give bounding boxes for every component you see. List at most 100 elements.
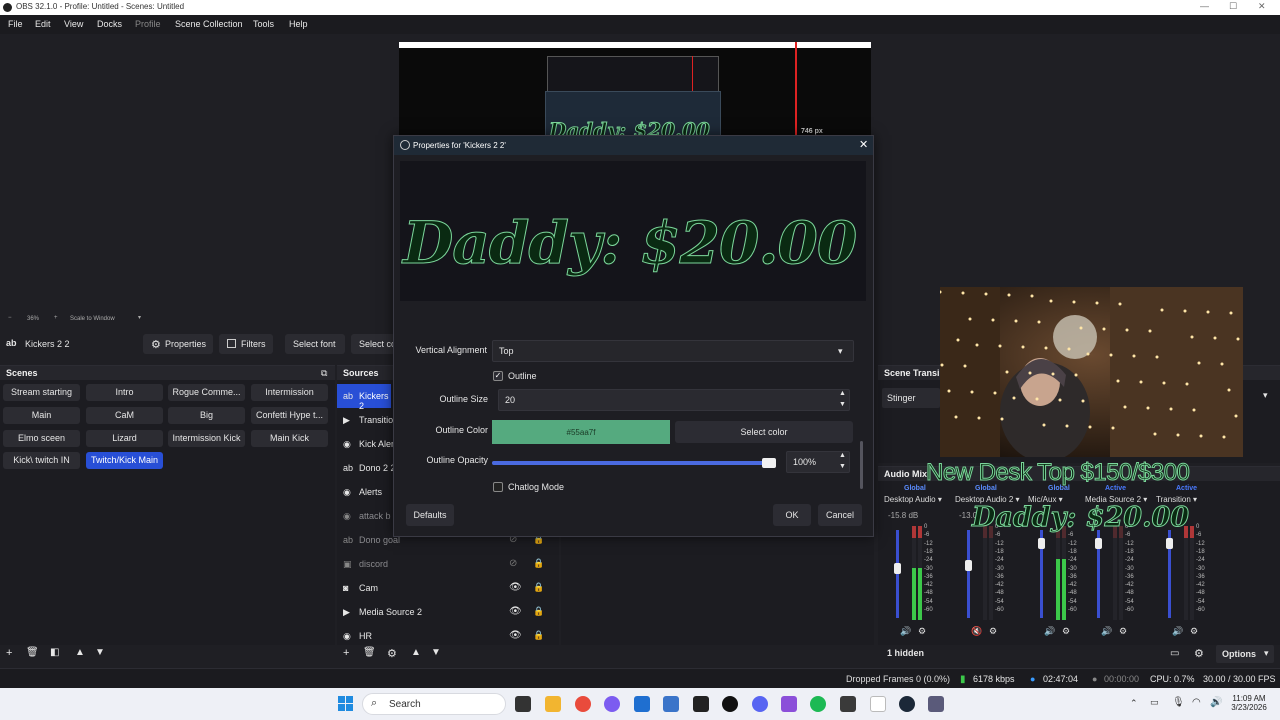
lock-icon[interactable]: 🔒 [533,630,544,642]
close-icon[interactable]: ✕ [859,138,868,151]
volume-handle[interactable] [894,563,901,574]
zoom-out-button[interactable]: − [8,315,12,321]
defaults-button[interactable]: Defaults [406,504,454,526]
scene-button[interactable]: Confetti Hype t... [251,407,328,424]
menu-help[interactable]: Help [289,19,308,29]
source-row[interactable]: ab Kickers 2 [337,384,391,411]
discord-icon[interactable] [752,696,768,712]
scene-button-active[interactable]: Twitch/Kick Main [86,452,163,469]
cancel-button[interactable]: Cancel [818,504,862,526]
scene-button[interactable]: Lizard [86,430,163,447]
speaker-icon[interactable]: 🔊 [1044,626,1055,637]
add-source-button[interactable]: + [343,647,349,665]
menu-edit[interactable]: Edit [35,19,51,29]
outline-opacity-spinbox[interactable]: 100% ▲ ▼ [786,451,850,473]
close-window-button[interactable]: ✕ [1258,1,1266,12]
ok-button[interactable]: OK [773,504,811,526]
file-explorer-icon[interactable] [545,696,561,712]
spin-down-icon[interactable]: ▼ [839,401,846,408]
scene-button[interactable]: Intermission Kick [168,430,245,447]
gear-icon[interactable]: ⚙ [387,647,397,665]
volume-handle[interactable] [1166,538,1173,549]
spin-up-icon[interactable]: ▲ [839,452,846,459]
source-row[interactable]: ◙ Cam 👁 🔒 [337,576,555,600]
chatlog-checkbox[interactable] [493,482,503,492]
scene-button[interactable]: Intro [86,384,163,401]
menu-scene-collection[interactable]: Scene Collection [175,19,243,29]
maximize-button[interactable]: ☐ [1229,1,1237,12]
speaker-icon[interactable]: 🔊 [900,626,911,637]
taskbar-search[interactable]: ⌕ Search [362,693,506,715]
channel-name[interactable]: Desktop Audio ▾ [884,495,942,504]
outline-size-spinbox[interactable]: 20 ▲ ▼ [498,389,850,411]
channel-settings-icon[interactable]: ⚙ [1062,626,1070,637]
trash-icon[interactable]: 🗑 [363,647,376,665]
layout-icon[interactable]: ▭ [1170,648,1179,659]
editor-icon[interactable] [840,696,856,712]
outline-opacity-slider[interactable] [492,458,776,468]
steam-icon[interactable] [899,696,915,712]
scene-button[interactable]: Stream starting [3,384,80,401]
volume-handle[interactable] [1095,538,1102,549]
source-row[interactable]: ◉ HR 👁 🔒 [337,624,555,644]
source-row[interactable]: ▶ Media Source 2 👁 🔒 [337,600,555,624]
menu-profile[interactable]: Profile [135,19,161,29]
obs-taskbar-icon[interactable] [722,696,738,712]
transition-select[interactable]: Stinger [882,388,940,408]
menu-view[interactable]: View [64,19,83,29]
copilot-icon[interactable] [604,696,620,712]
scene-button[interactable]: Intermission [251,384,328,401]
volume-handle[interactable] [1038,538,1045,549]
eye-icon[interactable]: 👁 [509,630,522,642]
vertical-alignment-select[interactable]: Top ▾ [492,340,854,362]
wifi-icon[interactable]: ◠ [1192,697,1201,708]
store-icon[interactable] [634,696,650,712]
zoom-in-button[interactable]: + [54,315,58,321]
dialog-scrollbar[interactable] [860,441,863,489]
channel-settings-icon[interactable]: ⚙ [1190,626,1198,637]
lock-icon[interactable]: 🔒 [533,606,544,618]
chrome-icon[interactable] [575,696,591,712]
trash-icon[interactable]: 🗑 [26,647,39,665]
source-row[interactable]: ▣ discord ⊘ 🔒 [337,552,555,576]
spin-up-icon[interactable]: ▲ [839,390,846,397]
volume-slider[interactable] [896,530,899,618]
scene-button[interactable]: Big [168,407,245,424]
mic-icon[interactable]: 🎙 [1172,697,1185,708]
eye-icon[interactable]: 👁 [509,582,522,594]
snip-icon[interactable] [928,696,944,712]
select-color-button[interactable]: Select co [351,334,396,354]
slider-handle[interactable] [762,458,776,468]
eye-icon[interactable]: 👁 [509,606,522,618]
hidden-eye-icon[interactable]: ⊘ [509,558,521,570]
spotify-icon[interactable] [810,696,826,712]
outline-checkbox[interactable]: ✓ [493,371,503,381]
language-icon[interactable]: ▭ [1150,697,1159,708]
lock-icon[interactable]: 🔒 [533,558,544,570]
move-down-icon[interactable]: ▼ [95,647,105,665]
menu-file[interactable]: File [8,19,23,29]
lock-icon[interactable]: 🔒 [533,582,544,594]
app-grid-icon[interactable] [781,696,797,712]
menu-tools[interactable]: Tools [253,19,274,29]
speaker-icon[interactable]: 🔊 [1172,626,1183,637]
undock-icon[interactable]: ⧉ [321,368,327,379]
move-up-icon[interactable]: ▲ [411,647,421,665]
windows-start-icon[interactable] [338,696,354,712]
volume-handle[interactable] [965,560,972,571]
select-color-button[interactable]: Select color [675,421,853,443]
gear-icon[interactable]: ⚙ [1194,647,1204,660]
scene-filters-icon[interactable]: ◧ [50,647,59,665]
menu-docks[interactable]: Docks [97,19,122,29]
taskbar-clock[interactable]: 11:09 AM 3/23/2026 [1229,694,1269,712]
filters-button[interactable]: Filters [219,334,273,354]
hidden-count[interactable]: 1 hidden [887,648,924,658]
minimize-button[interactable]: — [1200,1,1209,11]
scene-button[interactable]: Elmo sceen [3,430,80,447]
volume-icon[interactable]: 🔊 [1210,697,1222,708]
task-view-icon[interactable] [515,696,531,712]
select-font-button[interactable]: Select font [285,334,345,354]
volume-slider[interactable] [967,530,970,618]
add-scene-button[interactable]: + [6,647,12,665]
spin-down-icon[interactable]: ▼ [839,463,846,470]
